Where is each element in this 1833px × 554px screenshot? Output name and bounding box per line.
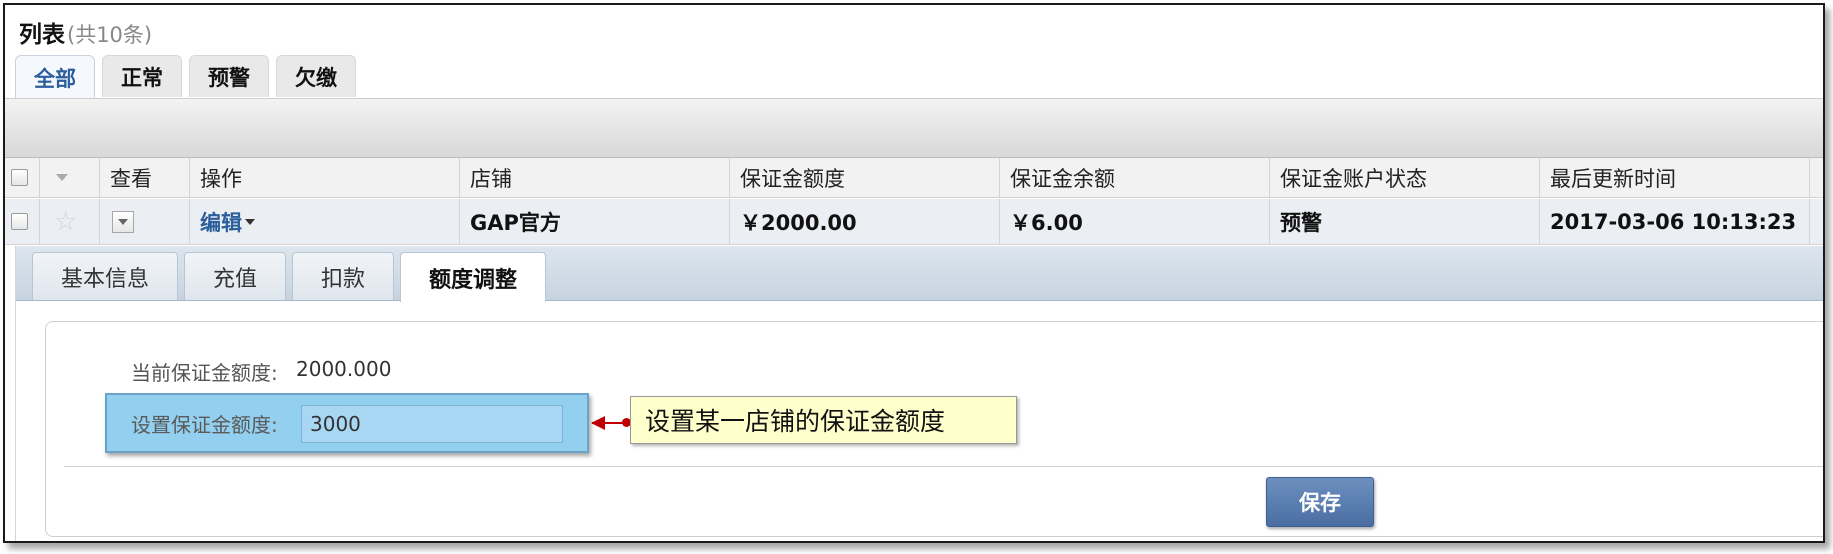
tab-arrears[interactable]: 欠缴 <box>276 55 356 97</box>
caret-down-icon[interactable] <box>245 218 255 225</box>
column-header-action[interactable]: 操作 <box>190 158 460 197</box>
current-limit-label: 当前保证金额度: <box>131 361 278 385</box>
save-button[interactable]: 保存 <box>1266 477 1374 527</box>
annotation-arrow-icon <box>591 416 605 430</box>
row-view-cell <box>100 199 190 244</box>
tab-all[interactable]: 全部 <box>15 55 95 99</box>
row-detail-panel: 基本信息 充值 扣款 额度调整 当前保证金额度: 2000.000 设置保证金额… <box>15 246 1823 541</box>
select-all-checkbox[interactable] <box>11 169 28 186</box>
toolbar <box>5 99 1823 158</box>
row-deposit-limit: ￥2000.00 <box>730 199 1000 244</box>
row-status: 预警 <box>1270 199 1540 244</box>
column-header-store[interactable]: 店铺 <box>460 158 730 197</box>
set-limit-label: 设置保证金额度: <box>131 413 278 437</box>
tab-warning[interactable]: 预警 <box>189 55 269 97</box>
sort-menu-cell <box>40 158 100 197</box>
set-limit-highlight: 设置保证金额度: <box>105 393 589 453</box>
edit-link[interactable]: 编辑 <box>200 207 242 237</box>
column-header-deposit-balance[interactable]: 保证金余额 <box>1000 158 1270 197</box>
chevron-down-icon[interactable] <box>56 174 68 181</box>
filter-tabs: 全部 正常 预警 欠缴 <box>15 55 363 99</box>
column-header-deposit-limit[interactable]: 保证金额度 <box>730 158 1000 197</box>
row-updated-at: 2017-03-06 10:13:23 <box>1540 199 1810 244</box>
tab-recharge[interactable]: 充值 <box>184 252 287 300</box>
list-title-text: 列表 <box>19 22 65 48</box>
select-all-cell <box>5 158 40 197</box>
column-header-updated-at[interactable]: 最后更新时间 <box>1540 158 1810 197</box>
tab-deduction[interactable]: 扣款 <box>292 252 395 300</box>
column-header-status[interactable]: 保证金账户状态 <box>1270 158 1540 197</box>
expand-row-button[interactable] <box>112 210 134 233</box>
list-panel: 列表(共10条) 全部 正常 预警 欠缴 查看 操作 店铺 保证金额度 保证金余… <box>3 3 1825 543</box>
annotation-callout: 设置某一店铺的保证金额度 <box>630 396 1017 444</box>
form-divider <box>64 466 1823 467</box>
row-checkbox[interactable] <box>11 213 28 230</box>
table-header: 查看 操作 店铺 保证金额度 保证金余额 保证金账户状态 最后更新时间 <box>5 158 1823 198</box>
limit-adjust-form: 当前保证金额度: 2000.000 设置保证金额度: 设置某一店铺的保证金额度 … <box>45 321 1823 537</box>
row-action-cell: 编辑 <box>190 199 460 244</box>
chevron-down-icon <box>118 218 128 225</box>
tab-normal[interactable]: 正常 <box>102 55 182 97</box>
tab-basic-info[interactable]: 基本信息 <box>32 252 179 300</box>
row-select-cell <box>5 199 40 244</box>
row-store: GAP官方 <box>460 199 730 244</box>
tab-limit-adjustment[interactable]: 额度调整 <box>400 252 547 302</box>
page-title: 列表(共10条) <box>19 15 152 49</box>
table-row[interactable]: ☆ 编辑 GAP官方 ￥2000.00 ￥6.00 预警 2017-03-06 … <box>5 199 1823 245</box>
row-deposit-balance: ￥6.00 <box>1000 199 1270 244</box>
set-limit-input[interactable] <box>301 405 563 443</box>
star-icon[interactable]: ☆ <box>54 209 77 235</box>
record-count: (共10条) <box>67 23 153 47</box>
detail-tabs: 基本信息 充值 扣款 额度调整 <box>32 252 552 302</box>
detail-tabbar: 基本信息 充值 扣款 额度调整 <box>16 246 1823 302</box>
row-star-cell: ☆ <box>40 199 100 244</box>
current-limit-value: 2000.000 <box>296 357 392 381</box>
column-header-view[interactable]: 查看 <box>100 158 190 197</box>
